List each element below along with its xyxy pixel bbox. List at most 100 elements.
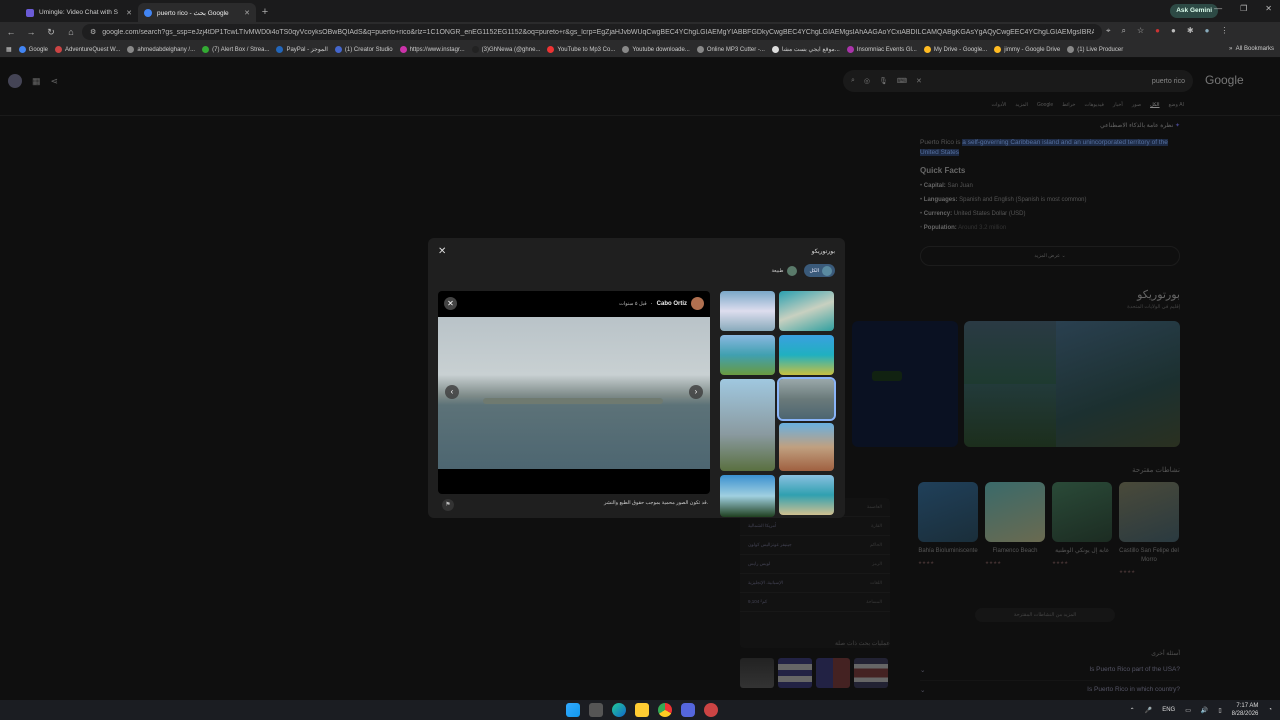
flag-thumbnail[interactable] <box>740 658 774 688</box>
mic-tray-icon[interactable]: 🎤 <box>1145 707 1152 714</box>
tab-google[interactable]: Google <box>1037 102 1053 108</box>
windows-start-icon[interactable] <box>566 703 580 717</box>
thumbnail[interactable] <box>720 291 775 331</box>
tab-ai-mode[interactable]: وضع AI <box>1169 102 1184 108</box>
extension-icon[interactable]: ● <box>1171 26 1176 36</box>
kp-photo[interactable] <box>1056 321 1180 447</box>
prev-arrow-icon[interactable]: ‹ <box>445 385 459 399</box>
mic-icon[interactable]: 🎙 <box>879 77 888 85</box>
chip-all[interactable]: الكل <box>803 264 835 277</box>
close-tab-icon[interactable]: ✕ <box>244 9 250 17</box>
close-modal-icon[interactable]: ✕ <box>438 246 446 257</box>
show-more-button[interactable]: عرض المزيد ⌄ <box>920 246 1180 266</box>
question-row[interactable]: ⌄ Is Puerto Rico in which country? <box>920 686 1180 701</box>
profile-avatar[interactable]: ● <box>1205 26 1210 36</box>
tab-more[interactable]: المزيد <box>1015 102 1028 108</box>
chrome-icon[interactable] <box>658 703 672 717</box>
bookmark[interactable]: Online MP3 Cutter -... <box>696 46 765 53</box>
search-icon[interactable]: ⌕ <box>851 77 855 85</box>
share-icon[interactable]: ⋖ <box>51 76 59 87</box>
search-box[interactable]: ⌕ ◎ 🎙 ⌨ ✕ puerto rico <box>843 70 1193 92</box>
question-row[interactable]: ⌄ Is Puerto Rico part of the USA? <box>920 666 1180 681</box>
bookmark[interactable]: ahmedabdelghany /... <box>127 46 195 53</box>
bookmark[interactable]: AdventureQuest W... <box>55 46 120 53</box>
google-logo[interactable]: Google <box>1205 73 1244 87</box>
bookmark[interactable]: YouTube to Mp3 Co... <box>547 46 615 53</box>
next-arrow-icon[interactable]: › <box>689 385 703 399</box>
bookmark[interactable]: (1) Creator Studio <box>334 46 393 53</box>
network-icon[interactable]: ▭ <box>1185 707 1191 714</box>
bookmark[interactable]: https://www.instagr... <box>399 46 465 53</box>
notification-icon[interactable]: ◔ <box>1268 707 1272 713</box>
main-photo[interactable] <box>438 317 710 469</box>
place-card[interactable]: Bahía Bioluminiscente ★★★★ <box>918 482 978 575</box>
kp-photo-grid[interactable] <box>964 321 1180 447</box>
kp-photo[interactable] <box>964 384 1056 447</box>
site-info-icon[interactable]: ⚙ <box>90 28 96 36</box>
bookmark[interactable]: موقع ايجي بست مشا... <box>771 46 840 53</box>
place-card[interactable]: غابة إل يونكي الوطنية ★★★★ <box>1052 482 1112 575</box>
menu-icon[interactable]: ⋮ <box>1220 26 1228 36</box>
tab-maps[interactable]: خرائط <box>1062 102 1075 108</box>
clear-icon[interactable]: ✕ <box>916 77 922 85</box>
keyboard-icon[interactable]: ⌨ <box>897 77 907 85</box>
lens-icon[interactable]: ◎ <box>864 77 870 85</box>
bookmark[interactable]: (1) Live Producer <box>1067 46 1123 53</box>
bookmark[interactable]: My Drive - Google... <box>923 46 987 53</box>
flag-thumbnail[interactable] <box>816 658 850 688</box>
new-tab-button[interactable]: + <box>256 3 274 22</box>
edge-icon[interactable] <box>612 703 626 717</box>
browser-tab-umingle[interactable]: Umingle: Video Chat with S ✕ <box>20 3 138 22</box>
home-icon[interactable]: ⌂ <box>66 27 76 37</box>
browser-tab-google[interactable]: puerto rico - بحث Google ✕ <box>138 3 256 22</box>
chip-nature[interactable]: طبيعة <box>765 264 799 277</box>
reload-icon[interactable]: ↻ <box>46 27 56 38</box>
thumbnail[interactable] <box>779 291 834 331</box>
tab-images[interactable]: صور <box>1132 102 1141 108</box>
bookmark[interactable]: (3)GhNewa (@ghne... <box>471 46 540 53</box>
clock[interactable]: 7:17 AM 8/28/2026 <box>1232 702 1259 718</box>
app-icon[interactable] <box>704 703 718 717</box>
discord-icon[interactable] <box>681 703 695 717</box>
place-card[interactable]: Castillo San Felipe del Morro ★★★★ <box>1119 482 1179 575</box>
flag-thumbnail[interactable] <box>854 658 888 688</box>
minimize-icon[interactable]: — <box>1214 4 1222 13</box>
thumbnail[interactable] <box>779 475 834 515</box>
bookmark[interactable]: PayPal - الموجز <box>276 46 328 53</box>
extension-icon[interactable]: ● <box>1155 26 1160 36</box>
close-window-icon[interactable]: ✕ <box>1265 4 1272 13</box>
volume-icon[interactable]: 🔊 <box>1201 707 1208 714</box>
close-tab-icon[interactable]: ✕ <box>126 9 132 17</box>
kp-photo[interactable] <box>964 321 1056 384</box>
bookmark-star-icon[interactable]: ☆ <box>1137 26 1144 36</box>
file-explorer-icon[interactable] <box>635 703 649 717</box>
extensions-puzzle-icon[interactable]: ✱ <box>1187 26 1194 36</box>
bookmark[interactable]: Google <box>18 46 48 53</box>
ask-gemini-button[interactable]: Ask Gemini <box>1170 4 1218 18</box>
bookmark[interactable]: jimmy - Google Drive <box>994 46 1060 53</box>
battery-icon[interactable]: ▯ <box>1218 707 1221 714</box>
address-bar[interactable]: ⚙ google.com/search?gs_ssp=eJzj4tDP1TcwL… <box>82 24 1102 40</box>
bookmark[interactable]: (7) Alert Box / Strea... <box>202 46 269 53</box>
tray-chevron-icon[interactable]: ⌃ <box>1130 707 1135 714</box>
tab-all[interactable]: الكل <box>1150 102 1159 108</box>
back-icon[interactable]: ← <box>6 27 16 37</box>
more-things-button[interactable]: المزيد من النشاطات المقترحة <box>975 608 1115 622</box>
thumbnail[interactable] <box>779 335 834 375</box>
place-card[interactable]: Flamenco Beach ★★★★ <box>985 482 1045 575</box>
maximize-icon[interactable]: ❐ <box>1240 4 1247 13</box>
thumbnail[interactable] <box>720 335 775 375</box>
thumbnail[interactable] <box>720 379 775 471</box>
map-thumbnail[interactable] <box>852 321 958 447</box>
photo-author[interactable]: قبل ٥ سنوات · Cabo Ortiz <box>619 297 704 310</box>
flag-thumbnail[interactable] <box>778 658 812 688</box>
tab-news[interactable]: أخبار <box>1113 102 1123 108</box>
close-viewer-icon[interactable]: ✕ <box>444 297 457 310</box>
thumbnail-selected[interactable] <box>777 377 836 421</box>
thumbnail[interactable] <box>779 423 834 471</box>
thumbnail[interactable] <box>720 475 775 517</box>
bookmark[interactable]: Youtube downloade... <box>622 46 690 53</box>
zoom-icon[interactable]: ⌕ <box>1122 26 1126 36</box>
account-avatar[interactable] <box>8 74 22 88</box>
location-icon[interactable]: ⌖ <box>1106 26 1111 36</box>
